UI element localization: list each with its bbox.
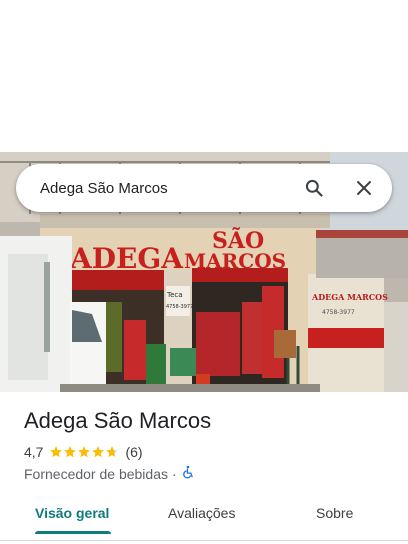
tab-about[interactable]: Sobre	[316, 494, 353, 534]
place-title: Adega São Marcos	[24, 408, 212, 433]
star-icon	[50, 446, 63, 458]
shop-board-line2: 4758-3977	[166, 304, 193, 310]
search-query-text[interactable]: Adega São Marcos	[40, 180, 302, 197]
star-icon	[78, 446, 91, 458]
tab-reviews[interactable]: Avaliações	[168, 494, 235, 534]
category-row: Fornecedor de bebidas ·	[24, 465, 195, 482]
review-count[interactable]: (6)	[125, 444, 142, 460]
sign-marcos-text: MARCOS	[184, 249, 286, 273]
active-tab-indicator	[35, 531, 111, 534]
tab-overview[interactable]: Visão geral	[35, 494, 109, 534]
tabs-divider	[0, 540, 408, 541]
star-icon	[106, 446, 119, 458]
place-category: Fornecedor de bebidas	[24, 465, 168, 482]
search-bar[interactable]: Adega São Marcos	[16, 164, 392, 212]
close-icon[interactable]	[352, 176, 376, 200]
wall-sign-line2: 4758-3977	[322, 309, 355, 316]
place-tabs: Visão geral Avaliações Sobre	[0, 494, 408, 540]
rating-value: 4,7	[24, 444, 44, 460]
search-icon[interactable]	[302, 176, 326, 200]
separator-dot: ·	[172, 465, 177, 482]
rating-row[interactable]: 4,7 (6)	[24, 444, 143, 460]
star-icon	[64, 446, 77, 458]
wall-sign-line1: ADEGA MARCOS	[311, 292, 388, 302]
wheelchair-icon	[181, 465, 195, 482]
shop-board-line1: Teca	[166, 291, 183, 299]
star-icon	[92, 446, 105, 458]
rating-stars	[49, 445, 119, 459]
map-blank-area	[0, 0, 408, 152]
